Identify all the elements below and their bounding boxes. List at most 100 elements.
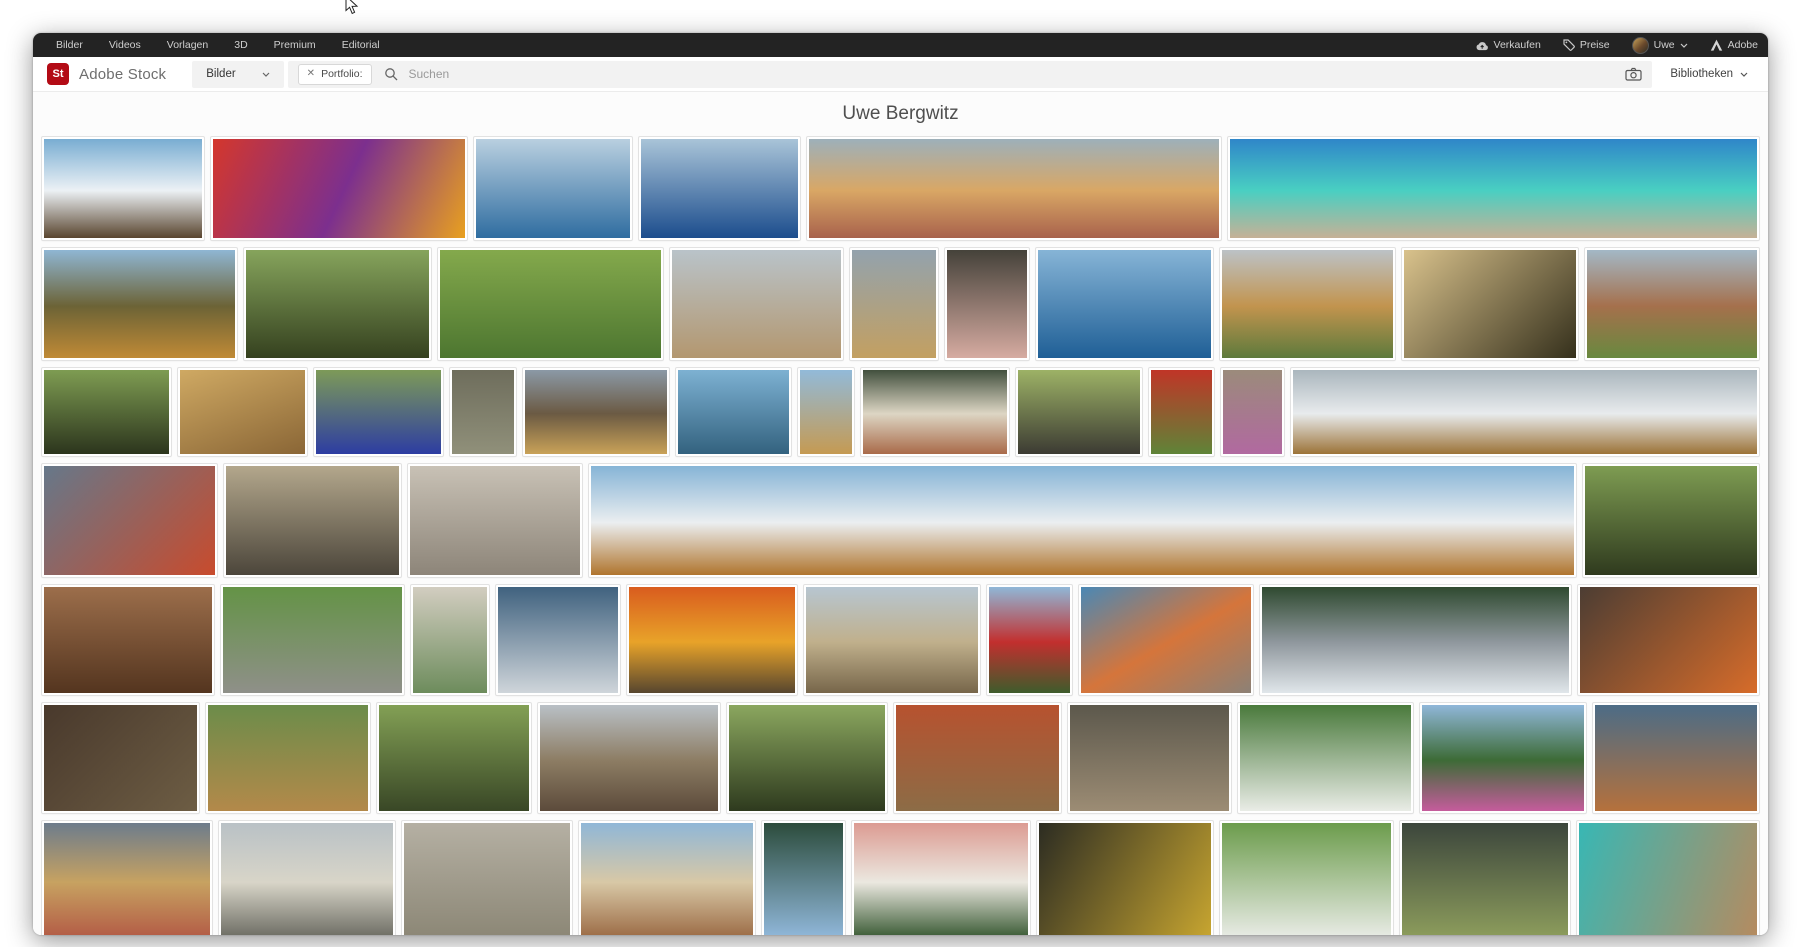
photo-honeyeater-bottlebrush[interactable] [987, 585, 1071, 695]
photo-tundra-panorama[interactable] [589, 464, 1576, 577]
photo-booby-dance[interactable] [411, 585, 489, 695]
adobe-label: Adobe [1728, 39, 1758, 51]
photo-gold-dredge[interactable] [523, 368, 668, 456]
libraries-dropdown[interactable]: Bibliotheken [1670, 68, 1748, 80]
pricing-link[interactable]: Preise [1563, 39, 1610, 51]
portfolio-filter-chip[interactable]: ✕ Portfolio: [298, 64, 372, 85]
photo-greater-rhea[interactable] [224, 464, 401, 577]
photo-toucan-soft-light[interactable] [42, 368, 171, 456]
visual-search-camera-icon[interactable] [1625, 67, 1642, 81]
photo-toucan-perched[interactable] [244, 248, 430, 360]
photo-peacock-window[interactable] [42, 585, 214, 695]
sell-link[interactable]: Verkaufen [1475, 39, 1541, 51]
photo-anaconda-sand[interactable] [1402, 248, 1578, 360]
top-nav-left: Bilder Videos Vorlagen 3D Premium Editor… [43, 39, 393, 51]
gallery-row [42, 368, 1759, 456]
libraries-label: Bibliotheken [1670, 68, 1733, 80]
brand-name[interactable]: Adobe Stock [79, 66, 166, 83]
photo-painted-elephant[interactable] [1221, 368, 1284, 456]
photo-toucan-bare-branch[interactable] [377, 703, 531, 813]
photo-toucan-glance[interactable] [1583, 464, 1759, 577]
photo-macro-photographer[interactable] [42, 703, 199, 813]
asset-type-dropdown[interactable]: Bilder [192, 61, 283, 88]
photo-whale-breach-deep[interactable] [639, 137, 800, 240]
photo-clock-tower[interactable] [850, 248, 938, 360]
photo-anaconda-closeup[interactable] [1037, 821, 1213, 935]
photo-port-arthur-ruins[interactable] [1585, 248, 1759, 360]
photo-llama-desert[interactable] [670, 248, 843, 360]
photo-toucan-mossy-branch[interactable] [727, 703, 888, 813]
photo-denali-mountain[interactable] [42, 137, 204, 240]
photo-temple-carvings[interactable] [178, 368, 307, 456]
cloud-upload-icon [1475, 40, 1489, 51]
sell-label: Verkaufen [1494, 39, 1541, 51]
photo-pantanal-aerial[interactable] [438, 248, 664, 360]
photo-lizard-bark[interactable] [450, 368, 516, 456]
photo-bay-of-fires[interactable] [1079, 585, 1254, 695]
asset-type-value: Bilder [206, 68, 235, 80]
photo-sally-lightfoot-crab[interactable] [42, 464, 217, 577]
photo-caiman-jaws[interactable] [1400, 821, 1570, 935]
photo-lioness[interactable] [206, 703, 370, 813]
photo-zebra-pair[interactable] [1016, 368, 1142, 456]
gallery-row [42, 464, 1759, 577]
chevron-down-icon [262, 72, 270, 77]
chevron-down-icon [1680, 43, 1688, 48]
photo-andean-textiles[interactable] [211, 137, 467, 240]
photo-hillside-houses[interactable] [807, 137, 1221, 240]
photo-klipspringer-dusk[interactable] [1593, 703, 1759, 813]
adobe-home-link[interactable]: Adobe [1710, 39, 1758, 51]
photo-sea-cliffs[interactable] [1577, 821, 1759, 935]
photo-ranakpur-temple[interactable] [804, 585, 981, 695]
nav-item-bilder[interactable]: Bilder [43, 39, 96, 51]
nav-item-premium[interactable]: Premium [261, 39, 329, 51]
photo-gallery [33, 135, 1768, 935]
gallery-row [42, 585, 1759, 695]
photo-wildflower-meadow[interactable] [1420, 703, 1586, 813]
photo-imperial-palace[interactable] [852, 821, 1030, 935]
photo-darwin-finch[interactable] [221, 585, 404, 695]
photo-ouro-preto-town[interactable] [861, 368, 1009, 456]
photo-hyacinth-macaw[interactable] [314, 368, 443, 456]
photo-egret-reeds[interactable] [1238, 703, 1413, 813]
photo-whale-breach-calm[interactable] [474, 137, 632, 240]
photo-atacama-lagoon[interactable] [1228, 137, 1759, 240]
photo-whale-fin-breach[interactable] [1036, 248, 1213, 360]
search-icon [384, 67, 398, 81]
photo-window-view[interactable] [762, 821, 844, 935]
photo-pink-dolphins[interactable] [945, 248, 1028, 360]
photo-paraty-street[interactable] [579, 821, 755, 935]
photo-giraffe-trio[interactable] [1220, 248, 1394, 360]
photo-alaska-autumn-valley[interactable] [42, 248, 237, 360]
adobe-stock-logo[interactable]: St [47, 63, 69, 85]
photo-koala-joey[interactable] [408, 464, 583, 577]
photo-boto-snout[interactable] [1068, 703, 1231, 813]
nav-item-3d[interactable]: 3D [221, 39, 260, 51]
photo-quito-alley[interactable] [538, 703, 720, 813]
user-menu[interactable]: Uwe [1632, 37, 1688, 54]
mouse-cursor [345, 0, 359, 16]
nav-item-videos[interactable]: Videos [96, 39, 154, 51]
top-nav-right: Verkaufen Preise Uwe [1475, 37, 1758, 54]
browser-window: Bilder Videos Vorlagen 3D Premium Editor… [33, 33, 1768, 935]
search-input[interactable] [407, 66, 1626, 82]
remove-filter-icon[interactable]: ✕ [307, 69, 315, 79]
photo-torch-lilies[interactable] [627, 585, 797, 695]
nav-item-editorial[interactable]: Editorial [329, 39, 393, 51]
nav-item-vorlagen[interactable]: Vorlagen [154, 39, 221, 51]
photo-booby-rock[interactable] [496, 585, 619, 695]
photo-thorny-devil[interactable] [894, 703, 1061, 813]
photo-storm-hillside-houses[interactable] [42, 821, 212, 935]
gallery-row [42, 821, 1759, 935]
photo-fjord-cliffs[interactable] [676, 368, 791, 456]
photo-jabiru-stork[interactable] [1220, 821, 1393, 935]
photo-monument-square[interactable] [219, 821, 395, 935]
photo-denali-panorama[interactable] [1291, 368, 1759, 456]
photo-weathered-facade[interactable] [402, 821, 572, 935]
photo-giraffe-portrait[interactable] [798, 368, 854, 456]
photo-scarlet-macaw[interactable] [1149, 368, 1214, 456]
photo-rainforest-creek[interactable] [1260, 585, 1571, 695]
photo-frog-fungus[interactable] [1578, 585, 1759, 695]
filter-chip-label: Portfolio: [321, 68, 362, 80]
search-bar[interactable]: ✕ Portfolio: [288, 61, 1653, 88]
